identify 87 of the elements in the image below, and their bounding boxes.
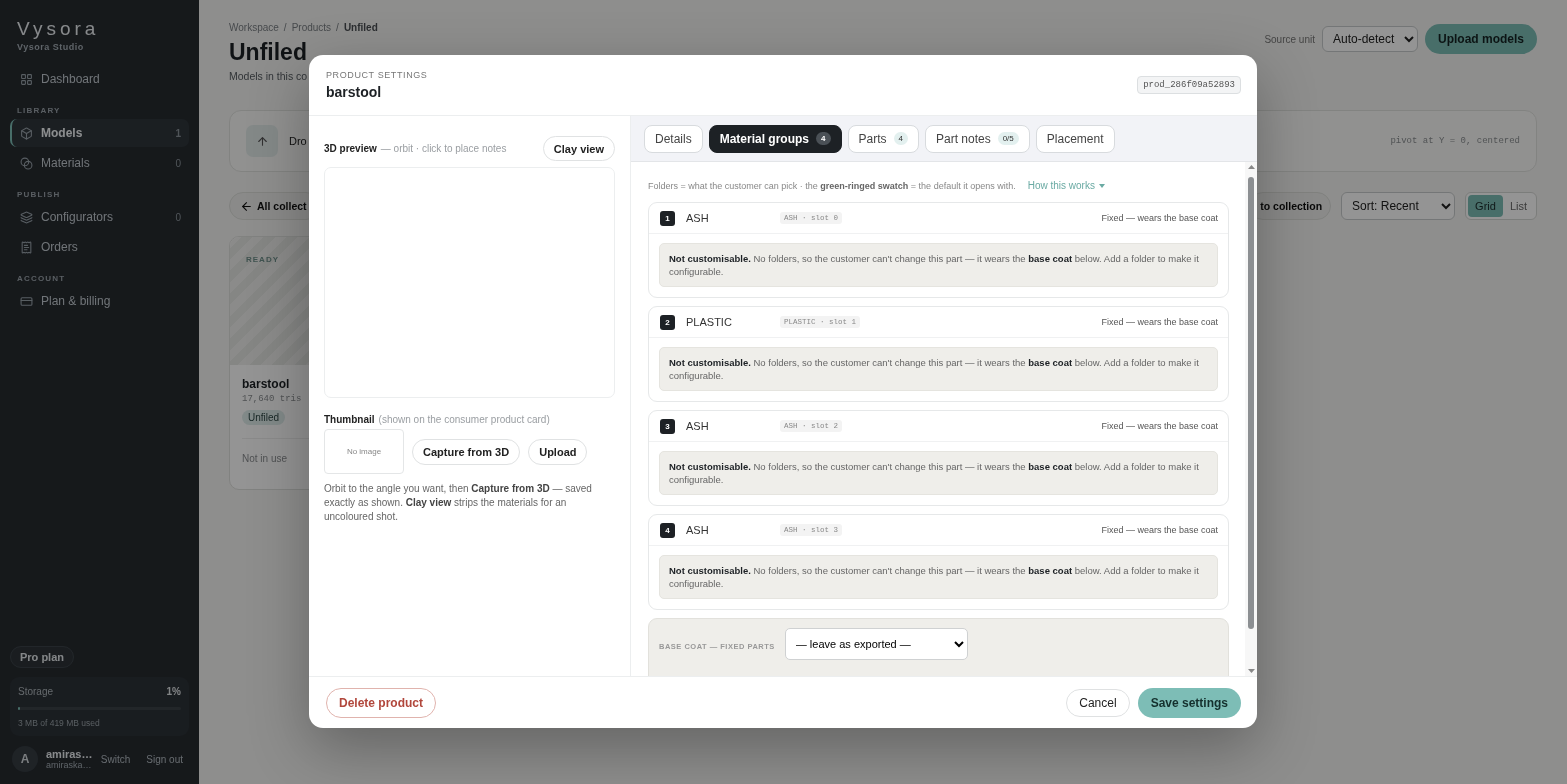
storage-label: Storage (18, 686, 54, 697)
scroll-down-icon[interactable] (1247, 669, 1255, 673)
account-link[interactable]: Sign out (142, 753, 187, 765)
sidebar-item[interactable]: Dashboard (10, 65, 189, 93)
nav-section-heading: ACCOUNT (16, 273, 67, 285)
thumbnail-hint: (shown on the consumer product card) (378, 414, 550, 425)
base-coat-select[interactable]: — leave as exported — (784, 628, 968, 660)
view-toggle[interactable]: Grid (1468, 195, 1503, 217)
breadcrumb-link[interactable]: Workspace (229, 22, 279, 33)
caret-icon (1098, 183, 1105, 188)
tab[interactable]: Placement (1035, 124, 1115, 153)
collection-tag: Unfiled (242, 410, 286, 425)
source-unit-select[interactable]: Auto-detect (1322, 26, 1418, 52)
preview-title: 3D preview (324, 143, 377, 154)
upload-icon (246, 125, 278, 157)
clay-view-button[interactable]: Clay view (542, 136, 615, 161)
tab-count: 0/5 (997, 132, 1019, 145)
breadcrumb-separator: / (336, 22, 339, 33)
tab[interactable]: Material groups 4 (708, 124, 842, 153)
tab[interactable]: Parts 4 (847, 124, 919, 153)
cancel-button[interactable]: Cancel (1066, 688, 1130, 717)
dialog-eyebrow: PRODUCT SETTINGS (326, 70, 428, 80)
nav-icon (20, 210, 33, 224)
thumbnail-field[interactable]: No image (324, 429, 404, 474)
arrow-left-icon (240, 199, 253, 213)
group-number: 2 (660, 314, 675, 330)
group-note: Not customisable. No folders, so the customer can't change this part — it wears the base coat below. Add a folder to make it configurable. (659, 451, 1218, 495)
group-status: Fixed — wears the base coat (1101, 525, 1218, 535)
workspace-name: Vysora Studio (16, 42, 85, 52)
thumbnail-help: Orbit to the angle you want, then Capture from 3D — saved exactly as shown. Clay view strips the materials for an uncoloured shot. (324, 482, 593, 524)
brand-logo: Vysora (16, 18, 101, 40)
group-number: 3 (660, 418, 675, 434)
tab-count: 4 (893, 132, 908, 145)
breadcrumb-link[interactable]: Unfiled (343, 22, 378, 33)
save-button[interactable]: Save settings (1137, 687, 1241, 718)
product-id: prod_286f09a52893 (1137, 76, 1241, 94)
model-meta: 17,640 tris (242, 394, 302, 404)
breadcrumb-separator: / (283, 22, 287, 33)
group-note: Not customisable. No folders, so the customer can't change this part — it wears the base coat below. Add a folder to make it configurable. (659, 243, 1218, 287)
breadcrumb-link[interactable]: Products (291, 22, 332, 33)
delete-button[interactable]: Delete product (326, 687, 436, 718)
sort-select[interactable]: Sort: Recent (1341, 192, 1456, 220)
nav-icon (20, 294, 33, 308)
user-email: amiraska… (46, 760, 89, 770)
storage-percent: 1% (166, 686, 181, 697)
group-name: ASH (686, 524, 710, 536)
group-number: 1 (660, 210, 675, 226)
thumbnail-button[interactable]: Upload (528, 438, 588, 465)
group-status: Fixed — wears the base coat (1101, 213, 1218, 223)
group-note: Not customisable. No folders, so the customer can't change this part — it wears the base coat below. Add a folder to make it configurable. (659, 347, 1218, 391)
scroll-up-icon[interactable] (1247, 165, 1255, 169)
group-note: Not customisable. No folders, so the customer can't change this part — it wears the base coat below. Add a folder to make it configurable. (659, 555, 1218, 599)
page-title: Unfiled (229, 39, 308, 66)
group-number: 4 (660, 522, 675, 538)
sidebar-item[interactable]: Plan & billing (10, 287, 189, 315)
sidebar-item[interactable]: Orders (10, 233, 189, 261)
group-name: ASH (686, 420, 710, 432)
tab-count: 4 (816, 132, 831, 145)
plan-badge: Pro plan (10, 646, 74, 668)
account-link[interactable]: Switch (96, 753, 135, 765)
nav-icon (20, 240, 33, 254)
thumbnail-title: Thumbnail (324, 414, 375, 425)
scrollbar[interactable] (1245, 162, 1257, 676)
intro-text: Folders = what the customer can pick · the green-ringed swatch = the default it opens with. (648, 180, 1016, 191)
group-status: Fixed — wears the base coat (1101, 317, 1218, 327)
nav-section-heading: LIBRARY (16, 105, 62, 117)
view-toggle[interactable]: List (1502, 195, 1534, 217)
group-name: ASH (686, 212, 710, 224)
tab[interactable]: Details (644, 124, 703, 153)
page-subtitle: Models in this co (229, 70, 308, 82)
group-name: PLASTIC (686, 316, 733, 328)
nav-icon (20, 72, 33, 86)
dialog-title: barstool (326, 84, 383, 100)
nav-icon (20, 126, 33, 140)
how-it-works-link[interactable]: How this works (1027, 180, 1105, 191)
user-avatar: A (12, 746, 38, 772)
tab[interactable]: Part notes 0/5 (924, 124, 1030, 153)
nav-icon (20, 156, 33, 170)
model-name: barstool (242, 377, 290, 391)
drop-zone-text: Dro (289, 135, 307, 147)
source-unit-label: Source unit (1264, 33, 1315, 45)
nav-section-heading: PUBLISH (16, 189, 62, 201)
status-label: READY (246, 255, 279, 264)
group-status: Fixed — wears the base coat (1101, 421, 1218, 431)
thumbnail-button[interactable]: Capture from 3D (412, 438, 521, 465)
upload-button[interactable]: Upload models (1425, 24, 1537, 54)
preview-hint: — orbit · click to place notes (380, 143, 507, 154)
